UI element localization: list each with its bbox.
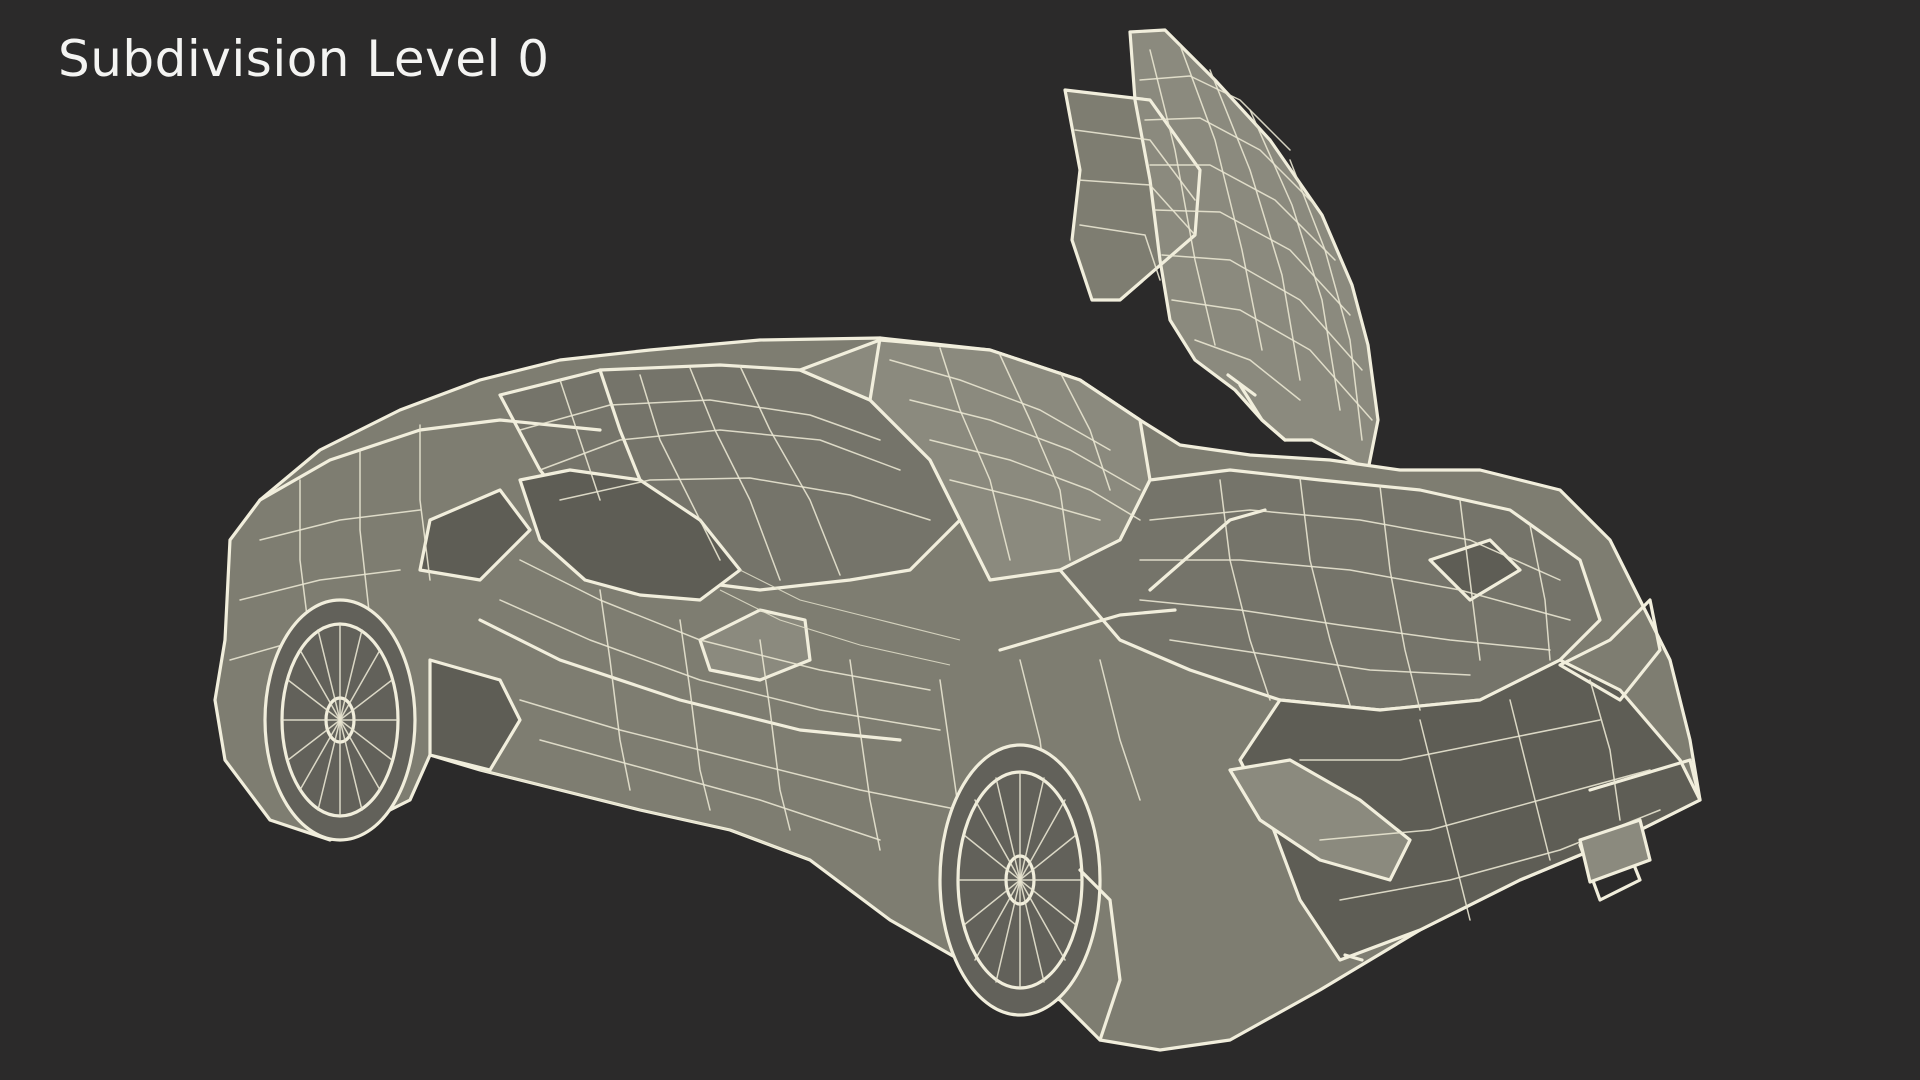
render-canvas: Subdivision Level 0 bbox=[0, 0, 1920, 1080]
rear-wheel bbox=[263, 598, 417, 842]
wireframe-sports-car-icon bbox=[213, 28, 1702, 1052]
